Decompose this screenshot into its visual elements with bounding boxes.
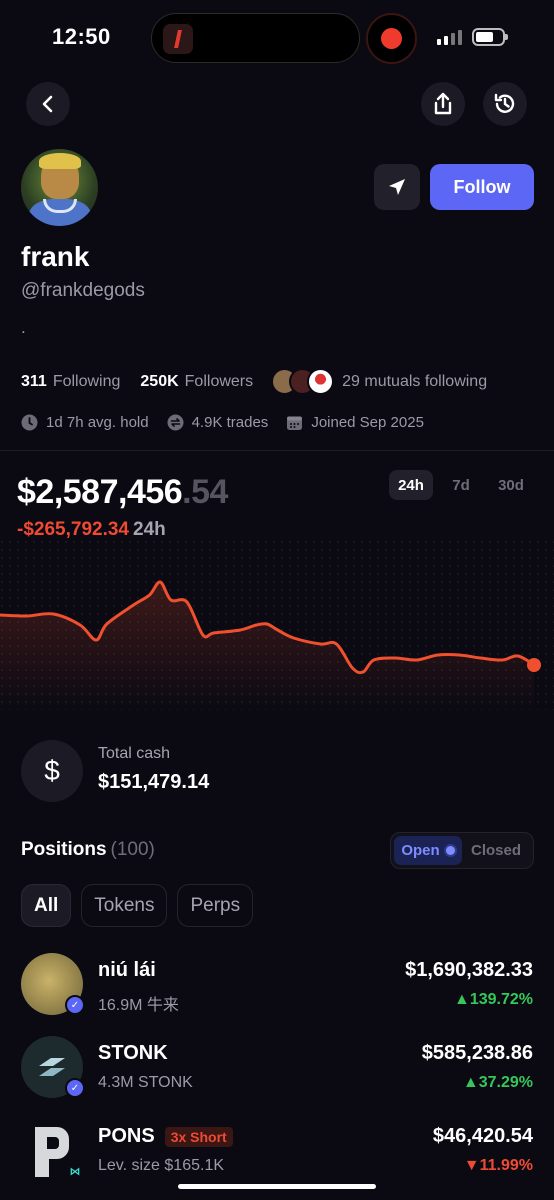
positions-heading: Positions (100) bbox=[21, 839, 155, 861]
position-row-stonk[interactable]: ✓ STONK 4.3M STONK $585,238.86 ▲37.29% bbox=[0, 1036, 554, 1116]
perps-badge-icon: ⋈ bbox=[65, 1161, 85, 1181]
history-icon bbox=[494, 93, 515, 113]
send-button[interactable] bbox=[374, 164, 420, 210]
portfolio-chart-svg bbox=[0, 540, 554, 710]
chart-current-point bbox=[527, 658, 541, 672]
position-filters: All Tokens Perps bbox=[21, 884, 254, 927]
total-cash-value: $151,479.14 bbox=[98, 771, 210, 793]
send-icon bbox=[389, 179, 405, 195]
range-tabs: 24h 7d 30d bbox=[389, 470, 533, 500]
follow-stats: 311 Following 250K Followers 29 mutuals fo… bbox=[21, 368, 487, 395]
live-dot-icon bbox=[445, 846, 455, 855]
position-name: PONS 3x Short bbox=[98, 1125, 233, 1148]
back-button[interactable] bbox=[26, 82, 70, 126]
position-change: ▲139.72% bbox=[454, 991, 533, 1008]
verified-badge-icon: ✓ bbox=[65, 1078, 85, 1098]
balance-cents: .54 bbox=[182, 473, 228, 511]
position-amount: 16.9M 牛来 bbox=[98, 997, 179, 1014]
mutuals-text[interactable]: 29 mutuals following bbox=[342, 373, 487, 391]
open-tab-label: Open bbox=[401, 842, 440, 859]
position-value: $1,690,382.33 bbox=[405, 959, 533, 981]
profile-handle: @frankdegods bbox=[21, 280, 145, 301]
position-value: $585,238.86 bbox=[421, 1042, 533, 1064]
total-cash-label: Total cash bbox=[98, 745, 171, 762]
battery-icon bbox=[472, 28, 508, 46]
profile-meta: 1d 7h avg. hold 4.9K trades Joined Sep 2… bbox=[21, 414, 442, 431]
open-tab[interactable]: Open bbox=[394, 836, 462, 865]
balance-main: $2,587,456 bbox=[17, 473, 183, 511]
mutual-avatar bbox=[307, 368, 335, 395]
position-value: $46,420.54 bbox=[432, 1125, 533, 1147]
section-divider bbox=[0, 450, 554, 451]
positions-count: (100) bbox=[110, 839, 155, 860]
closed-tab[interactable]: Closed bbox=[462, 836, 530, 865]
range-tab-24h[interactable]: 24h bbox=[389, 470, 433, 500]
position-amount: 4.3M STONK bbox=[98, 1074, 193, 1091]
joined-text: Joined Sep 2025 bbox=[311, 414, 424, 431]
open-closed-toggle: Open Closed bbox=[390, 832, 534, 869]
portfolio-change: -$265,792.34 24h bbox=[17, 519, 166, 541]
app-activity-icon bbox=[163, 24, 193, 54]
followers-label: Followers bbox=[184, 372, 254, 390]
positions-title: Positions bbox=[21, 839, 107, 860]
profile-bio: . bbox=[21, 318, 26, 337]
avg-hold: 1d 7h avg. hold bbox=[21, 414, 149, 431]
status-time: 12:50 bbox=[52, 24, 111, 49]
followers-stat[interactable]: 250K Followers bbox=[140, 373, 253, 391]
position-name-text: PONS bbox=[98, 1125, 155, 1147]
leverage-tag: 3x Short bbox=[164, 1126, 233, 1147]
calendar-icon bbox=[287, 416, 303, 430]
position-size: Lev. size $165.1K bbox=[98, 1157, 225, 1174]
share-icon bbox=[434, 92, 452, 115]
position-change: ▲37.29% bbox=[462, 1074, 533, 1091]
swap-icon bbox=[167, 414, 184, 431]
following-count: 311 bbox=[21, 372, 47, 390]
filter-all[interactable]: All bbox=[21, 884, 72, 927]
verified-badge-icon: ✓ bbox=[65, 995, 85, 1015]
position-name: niú lái bbox=[98, 959, 156, 981]
following-label: Following bbox=[52, 372, 121, 390]
dollar-icon: $ bbox=[21, 740, 83, 802]
range-tab-30d[interactable]: 30d bbox=[489, 470, 533, 500]
trades: 4.9K trades bbox=[167, 414, 269, 431]
following-stat[interactable]: 311 Following bbox=[21, 373, 120, 391]
change-value: -$265,792.34 bbox=[17, 519, 129, 540]
position-change: ▼11.99% bbox=[463, 1157, 533, 1174]
mutual-avatars[interactable] bbox=[271, 368, 335, 395]
trades-text: 4.9K trades bbox=[191, 414, 269, 431]
record-dot-icon bbox=[381, 28, 402, 49]
portfolio-balance: $2,587,456.54 bbox=[17, 473, 228, 512]
position-name: STONK bbox=[98, 1042, 168, 1064]
avg-hold-text: 1d 7h avg. hold bbox=[46, 414, 149, 431]
home-indicator[interactable] bbox=[178, 1184, 376, 1189]
signal-icon bbox=[437, 30, 462, 45]
position-row-niulai[interactable]: ✓ niú lái 16.9M 牛来 $1,690,382.33 ▲139.72… bbox=[0, 953, 554, 1033]
chevron-left-icon bbox=[42, 95, 53, 113]
portfolio-chart[interactable] bbox=[0, 540, 554, 710]
share-button[interactable] bbox=[421, 82, 465, 126]
followers-count: 250K bbox=[140, 372, 179, 390]
profile-name: frank bbox=[21, 241, 90, 272]
clock-icon bbox=[21, 414, 38, 431]
filter-tokens[interactable]: Tokens bbox=[81, 884, 168, 927]
avatar[interactable] bbox=[21, 149, 98, 226]
filter-perps[interactable]: Perps bbox=[177, 884, 254, 927]
joined: Joined Sep 2025 bbox=[286, 414, 424, 431]
history-button[interactable] bbox=[483, 82, 527, 126]
change-period: 24h bbox=[133, 519, 166, 540]
follow-button[interactable]: Follow bbox=[430, 164, 534, 210]
range-tab-7d[interactable]: 7d bbox=[439, 470, 483, 500]
